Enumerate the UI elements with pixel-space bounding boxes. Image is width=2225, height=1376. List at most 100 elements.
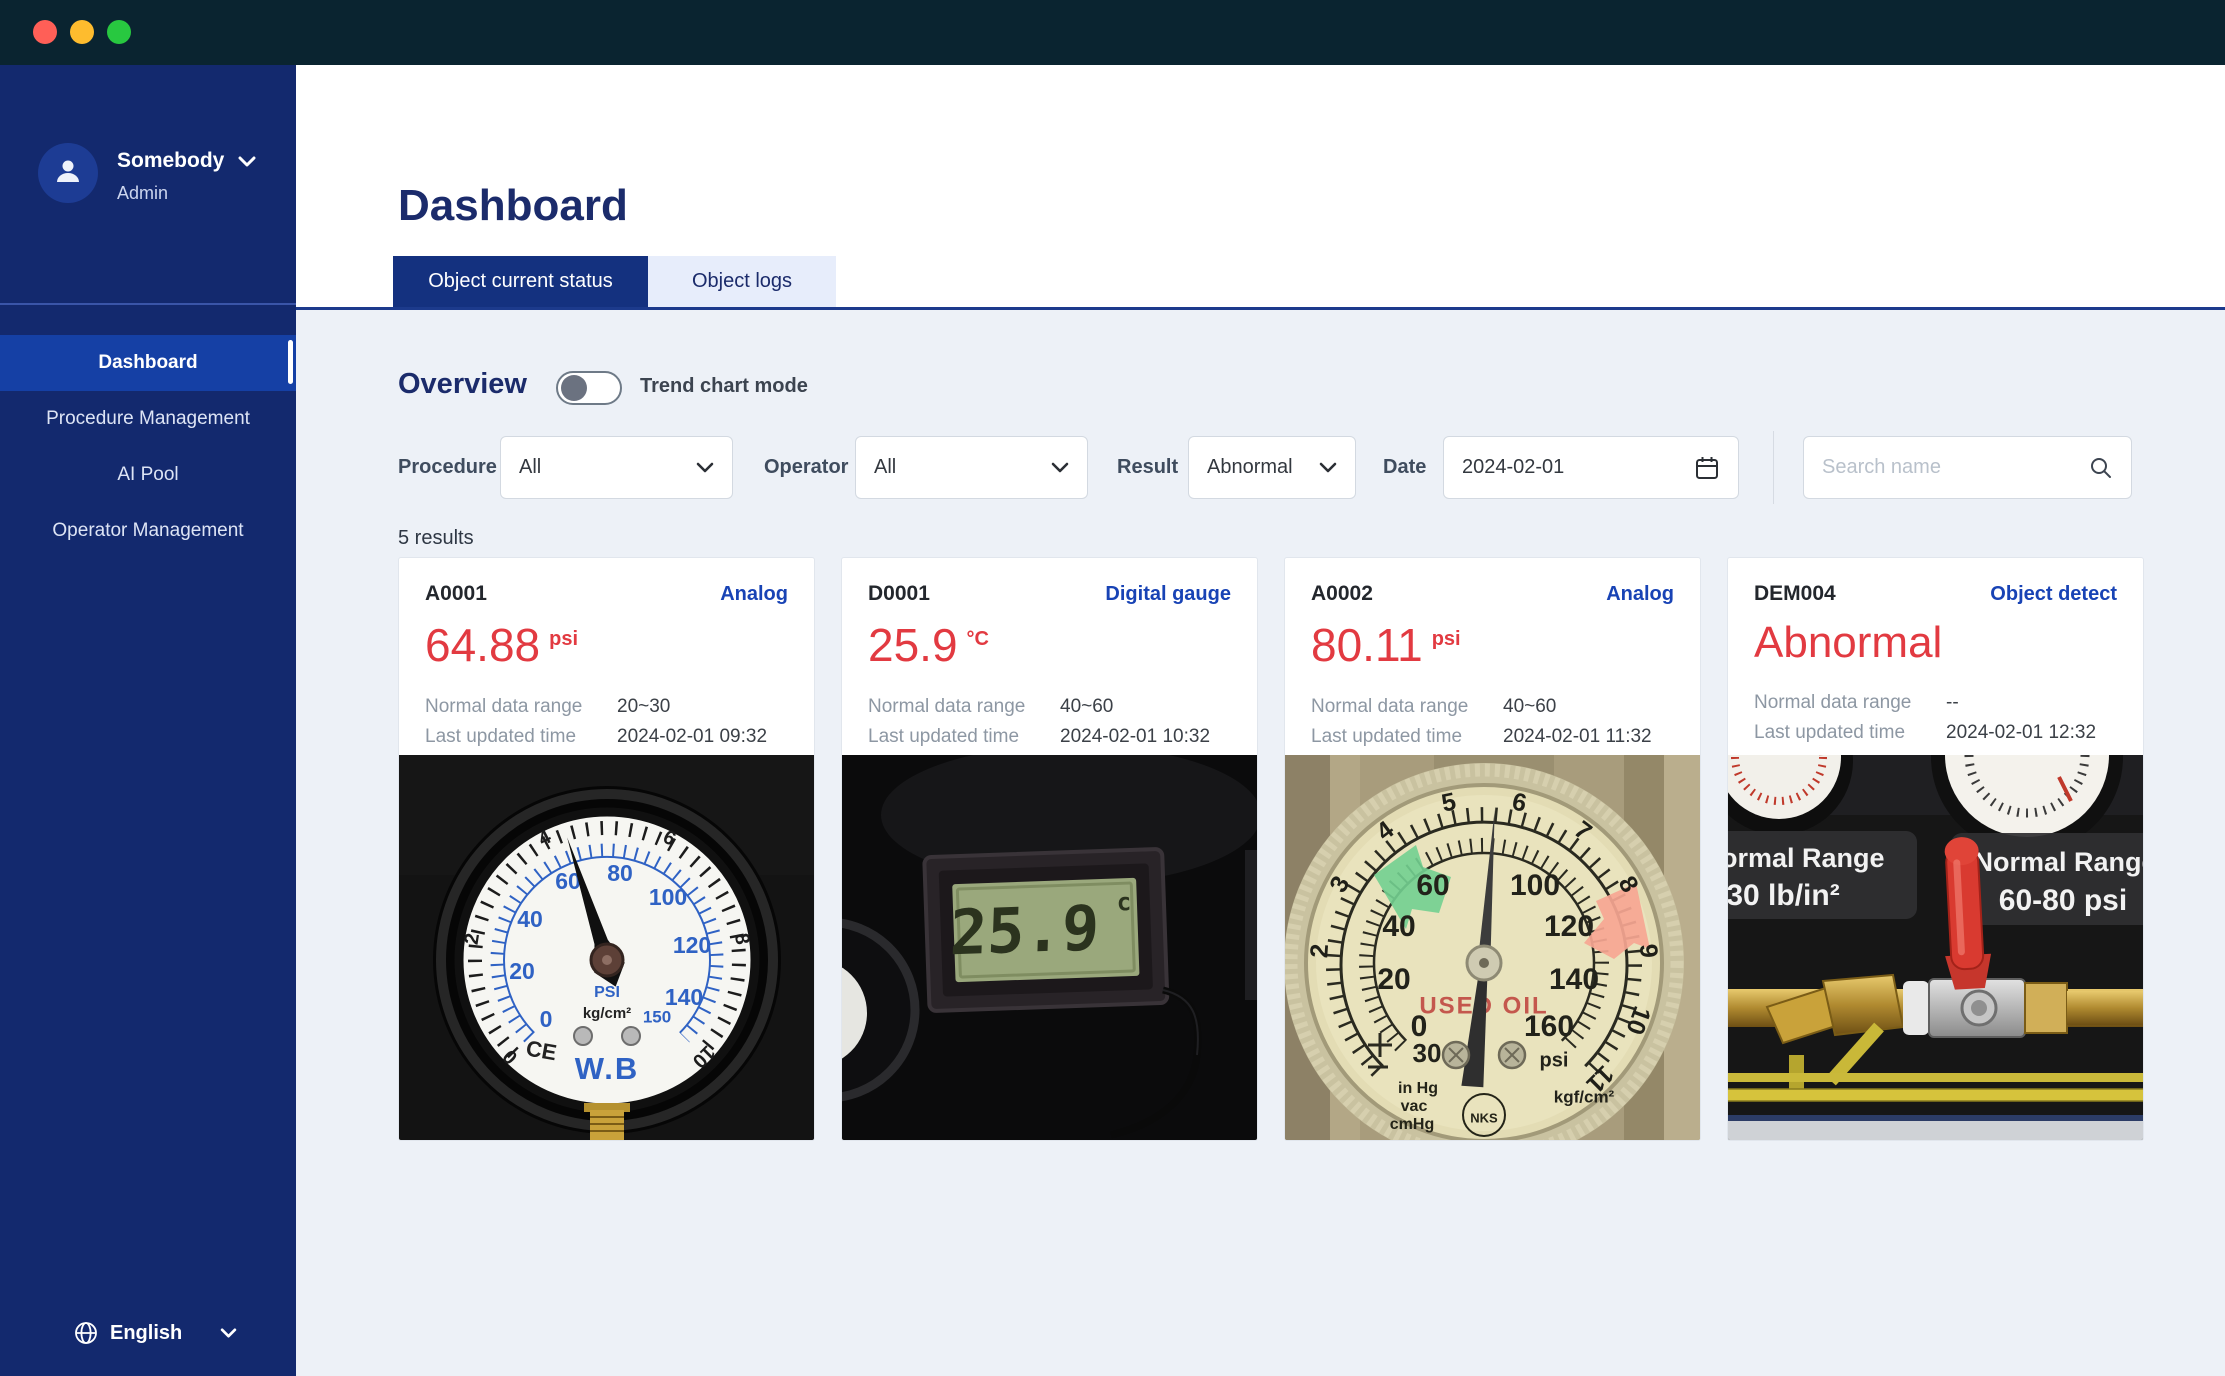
avatar[interactable] <box>38 143 98 203</box>
oil-gauge-illustration: 0 20 40 60 100 120 140 160 2 3 4 <box>1285 755 1700 1140</box>
normal-range-value: 40~60 <box>1503 692 1556 722</box>
result-select-value: Abnormal <box>1207 456 1293 479</box>
normal-range-value: 40~60 <box>1060 692 1113 722</box>
user-icon <box>53 156 83 191</box>
toggle-knob <box>561 375 587 401</box>
chevron-down-icon <box>238 156 256 167</box>
result-select[interactable]: Abnormal <box>1188 436 1356 499</box>
results-count: 5 results <box>398 527 474 550</box>
dial-number: 9 <box>1634 943 1663 959</box>
object-value: Abnormal <box>1754 618 2117 668</box>
dial-number: 120 <box>673 932 711 958</box>
card-text: A0001 Analog 64.88psi Normal data range2… <box>399 558 814 752</box>
normal-range-label: Normal data range <box>1754 688 1946 718</box>
normal-range-value: -- <box>1946 688 1959 718</box>
object-card-a0002[interactable]: A0002 Analog 80.11psi Normal data range4… <box>1284 557 1701 1141</box>
wb-gauge-illustration: 0 20 40 60 80 100 120 140 150 0 2 <box>399 755 814 1140</box>
date-input[interactable]: 2024-02-01 <box>1443 436 1739 499</box>
kgf-unit: kgf/cm² <box>1554 1087 1615 1106</box>
tab-object-current-status[interactable]: Object current status <box>393 256 648 307</box>
window-titlebar <box>0 0 2225 65</box>
calendar-icon <box>1694 455 1720 481</box>
card-text: D0001 Digital gauge 25.9°C Normal data r… <box>842 558 1257 752</box>
tab-bar: Object current status Object logs <box>393 256 836 307</box>
digital-gauge-photo: 25.9 c <box>842 755 1257 1140</box>
last-updated-label: Last updated time <box>425 722 617 752</box>
user-menu[interactable]: Somebody <box>117 149 256 173</box>
dial-number: 40 <box>1382 910 1415 943</box>
analog-gauge-photo: 0 20 40 60 80 100 120 140 150 0 2 <box>399 755 814 1140</box>
last-updated-label: Last updated time <box>1754 718 1946 748</box>
search-icon[interactable] <box>2089 456 2113 480</box>
search-input[interactable] <box>1822 456 2062 479</box>
procedure-filter-label: Procedure <box>398 436 497 499</box>
object-card-dem004[interactable]: DEM004 Object detect Abnormal Normal dat… <box>1727 557 2144 1141</box>
last-updated-value: 2024-02-01 10:32 <box>1060 722 1210 752</box>
object-unit: °C <box>967 628 989 651</box>
object-type-tag: Analog <box>1606 583 1674 606</box>
pipe-valve-photo: Normal Range 30 lb/in² Normal Range 60-8… <box>1728 755 2143 1140</box>
oil-gauge-photo: 0 20 40 60 100 120 140 160 2 3 4 <box>1285 755 1700 1140</box>
sidebar-scrollbar-thumb[interactable] <box>288 340 293 384</box>
lcd-value: 25.9 <box>949 891 1101 969</box>
object-type-tag: Analog <box>720 583 788 606</box>
operator-select-value: All <box>874 456 896 479</box>
last-updated-value: 2024-02-01 11:32 <box>1503 722 1652 752</box>
page-title: Dashboard <box>398 181 628 231</box>
language-selector[interactable]: English <box>74 1317 237 1349</box>
last-updated-value: 2024-02-01 12:32 <box>1946 718 2096 748</box>
chevron-down-icon <box>1319 462 1337 473</box>
result-filter-label: Result <box>1117 436 1178 499</box>
sidebar-item-dashboard[interactable]: Dashboard <box>0 335 296 391</box>
procedure-select-value: All <box>519 456 541 479</box>
object-name: D0001 <box>868 582 930 606</box>
last-updated-label: Last updated time <box>868 722 1060 752</box>
card-text: DEM004 Object detect Abnormal Normal dat… <box>1728 558 2143 748</box>
digital-gauge-illustration: 25.9 c <box>842 755 1257 1140</box>
range-plate-text: Normal Range <box>1728 843 1885 873</box>
procedure-select[interactable]: All <box>500 436 733 499</box>
dial-number: 20 <box>1377 963 1410 996</box>
dial-number: 150 <box>643 1007 671 1026</box>
psi-label: PSI <box>594 984 620 1001</box>
vac-unit: cmHg <box>1390 1116 1434 1133</box>
dial-number: 40 <box>517 906 543 932</box>
last-updated-label: Last updated time <box>1311 722 1503 752</box>
dial-number: 60 <box>1416 869 1449 902</box>
close-window-button[interactable] <box>33 20 57 44</box>
sidebar-item-operator-management[interactable]: Operator Management <box>0 503 296 559</box>
date-value: 2024-02-01 <box>1462 456 1564 479</box>
object-card-a0001[interactable]: A0001 Analog 64.88psi Normal data range2… <box>398 557 815 1141</box>
sidebar-item-procedure-management[interactable]: Procedure Management <box>0 391 296 447</box>
search-field <box>1803 436 2132 499</box>
normal-range-value: 20~30 <box>617 692 670 722</box>
minimize-window-button[interactable] <box>70 20 94 44</box>
sidebar-item-ai-pool[interactable]: AI Pool <box>0 447 296 503</box>
object-type-tag: Object detect <box>1990 583 2117 606</box>
card-grid: A0001 Analog 64.88psi Normal data range2… <box>398 557 2144 1141</box>
range-plate-text: 60-80 psi <box>1999 884 2127 917</box>
trend-chart-toggle-label: Trend chart mode <box>640 375 808 398</box>
filter-divider <box>1773 431 1774 504</box>
sidebar: Somebody Admin Dashboard Procedure Manag… <box>0 65 296 1376</box>
trend-chart-toggle[interactable] <box>556 371 622 405</box>
dial-number: 100 <box>649 884 687 910</box>
object-type-tag: Digital gauge <box>1105 583 1231 606</box>
tab-object-logs[interactable]: Object logs <box>648 256 836 307</box>
object-unit: psi <box>1432 628 1461 651</box>
object-card-d0001[interactable]: D0001 Digital gauge 25.9°C Normal data r… <box>841 557 1258 1141</box>
chevron-down-icon <box>696 462 714 473</box>
brand-label: W.B <box>575 1051 640 1086</box>
dial-number: 20 <box>509 958 535 984</box>
zoom-window-button[interactable] <box>107 20 131 44</box>
sidebar-nav: Dashboard Procedure Management AI Pool O… <box>0 305 296 559</box>
language-label: English <box>110 1322 182 1345</box>
vac-value: 30 <box>1413 1038 1442 1068</box>
main-area: Dashboard Object current status Object l… <box>296 65 2225 1376</box>
dial-number: 0 <box>540 1006 553 1032</box>
range-plate-text: Normal Range <box>1973 847 2143 877</box>
unit-label: kg/cm² <box>583 1005 631 1022</box>
object-value: 25.9°C <box>868 618 1231 672</box>
object-value: 80.11psi <box>1311 618 1674 672</box>
operator-select[interactable]: All <box>855 436 1088 499</box>
